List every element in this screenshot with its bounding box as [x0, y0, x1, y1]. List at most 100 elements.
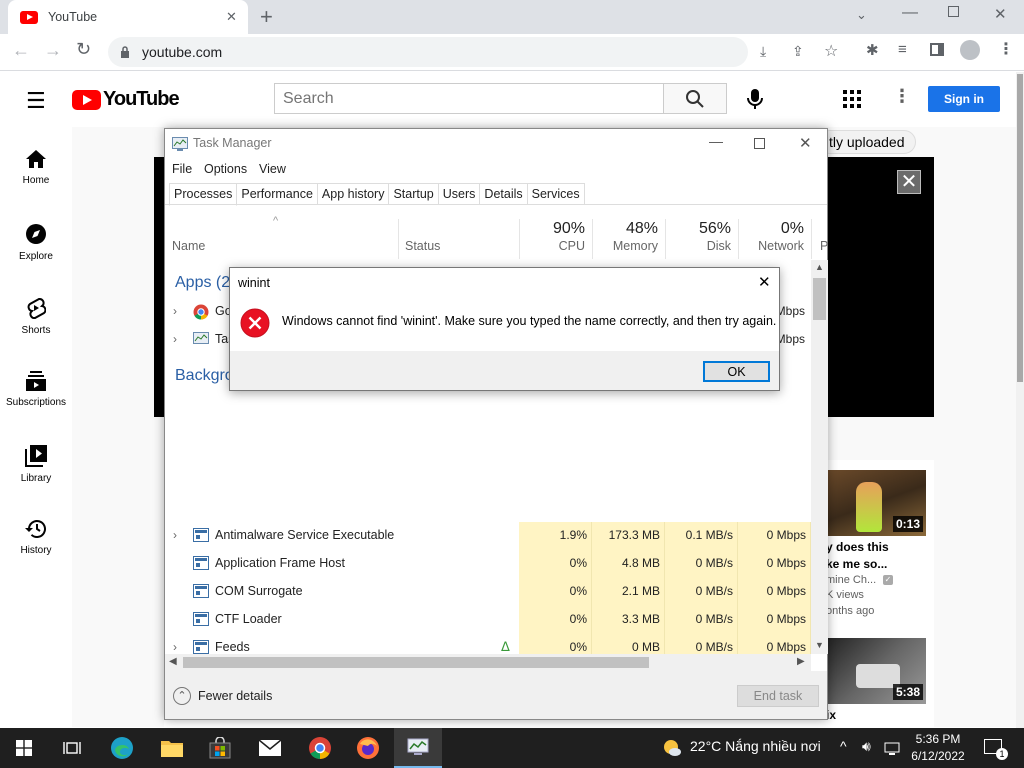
browser-menu-icon[interactable]: ⋮: [998, 39, 1014, 59]
clock-date[interactable]: 6/12/2022: [904, 749, 972, 763]
menu-file[interactable]: File: [172, 162, 192, 176]
fewer-details-link[interactable]: Fewer details: [198, 689, 272, 703]
taskbar-task-manager[interactable]: [394, 728, 442, 768]
sidebar-item-history[interactable]: History: [0, 497, 72, 567]
microphone-icon[interactable]: [746, 88, 764, 110]
page-scrollbar-thumb[interactable]: [1017, 74, 1023, 382]
channel-name[interactable]: mine Ch...: [826, 574, 876, 586]
video-thumbnail[interactable]: 5:38: [826, 638, 926, 704]
group-apps[interactable]: Apps (2: [175, 274, 230, 292]
taskbar-firefox[interactable]: [344, 728, 392, 768]
extensions-icon[interactable]: ✱: [866, 41, 879, 59]
apps-grid-icon[interactable]: [843, 90, 861, 108]
task-view-button[interactable]: [48, 728, 96, 768]
sign-in-button[interactable]: Sign in: [928, 86, 1000, 112]
restore-icon[interactable]: [948, 6, 959, 17]
player-close-icon[interactable]: ✕: [897, 170, 921, 194]
column-name[interactable]: Name: [172, 239, 205, 253]
column-memory[interactable]: Memory: [598, 239, 658, 253]
table-row[interactable]: › Antimalware Service Executable 1.9% 173.3…: [165, 522, 811, 550]
sidebar-item-subscriptions[interactable]: Subscriptions: [0, 349, 72, 419]
back-icon[interactable]: ←: [12, 40, 30, 61]
video-title[interactable]: y does this: [826, 540, 889, 554]
tray-chevron-icon[interactable]: ^: [840, 738, 847, 754]
table-row[interactable]: CTF Loader 0% 3.3 MB 0 MB/s 0 Mbps: [165, 606, 811, 634]
address-bar[interactable]: youtube.com ⤓ ⇪ ☆: [108, 37, 838, 67]
column-cpu[interactable]: CPU: [525, 239, 585, 253]
tm-maximize-icon[interactable]: [754, 138, 765, 149]
forward-icon[interactable]: →: [44, 40, 62, 61]
minimize-icon[interactable]: —: [902, 4, 918, 22]
taskbar-edge[interactable]: [98, 728, 146, 768]
table-row[interactable]: COM Surrogate 0% 2.1 MB 0 MB/s 0 Mbps: [165, 578, 811, 606]
video-title[interactable]: ke me so...: [826, 557, 887, 571]
hscrollbar-thumb[interactable]: [183, 657, 649, 668]
column-network[interactable]: Network: [744, 239, 804, 253]
clock-time[interactable]: 5:36 PM: [904, 732, 972, 746]
tab-search-chevron-icon[interactable]: ⌄: [856, 7, 867, 23]
expand-chevron-icon[interactable]: ›: [173, 640, 177, 654]
chip-recently-uploaded[interactable]: tly uploaded: [818, 130, 916, 154]
tab-performance[interactable]: Performance: [236, 183, 318, 205]
sidebar-item-explore[interactable]: Explore: [0, 201, 72, 271]
new-tab-icon[interactable]: +: [260, 4, 273, 30]
table-row[interactable]: Application Frame Host 0% 4.8 MB 0 MB/s 0 Mb…: [165, 550, 811, 578]
column-disk[interactable]: Disk: [671, 239, 731, 253]
fewer-details-chevron-icon[interactable]: ⌃: [173, 687, 191, 705]
taskbar-mail[interactable]: [246, 728, 294, 768]
network-icon[interactable]: [884, 740, 900, 756]
sidebar-item-shorts[interactable]: Shorts: [0, 275, 72, 345]
tab-startup[interactable]: Startup: [388, 183, 439, 205]
search-button[interactable]: [663, 83, 727, 114]
volume-icon[interactable]: 🔊︎: [862, 738, 871, 755]
process-list-scrollbar[interactable]: ▲ ▼: [811, 260, 828, 654]
tm-minimize-icon[interactable]: —: [709, 133, 723, 149]
settings-menu-icon[interactable]: ⋮: [893, 86, 911, 107]
taskbar-store[interactable]: [196, 728, 244, 768]
sidebar-item-library[interactable]: Library: [0, 423, 72, 493]
tab-processes[interactable]: Processes: [169, 183, 238, 206]
menu-options[interactable]: Options: [204, 162, 247, 176]
scrollbar-thumb[interactable]: [813, 278, 826, 320]
video-thumbnail[interactable]: 0:13: [826, 470, 926, 536]
expand-chevron-icon[interactable]: ›: [173, 304, 177, 318]
tm-close-icon[interactable]: ✕: [799, 134, 812, 152]
start-button[interactable]: [0, 728, 48, 768]
tab-users[interactable]: Users: [437, 183, 481, 205]
scroll-down-icon[interactable]: ▼: [815, 640, 824, 650]
ok-button[interactable]: OK: [703, 361, 770, 382]
column-status[interactable]: Status: [405, 239, 440, 253]
tab-services[interactable]: Services: [526, 183, 585, 205]
tab-app-history[interactable]: App history: [316, 183, 390, 205]
sidebar-item-home[interactable]: Home: [0, 127, 72, 197]
profile-avatar-icon[interactable]: [960, 40, 980, 60]
column-power[interactable]: P: [820, 239, 828, 253]
youtube-logo[interactable]: YouTube: [72, 88, 180, 111]
browser-tab[interactable]: YouTube ✕: [8, 0, 248, 34]
group-background[interactable]: Backgro: [175, 367, 234, 385]
taskbar-file-explorer[interactable]: [148, 728, 196, 768]
process-list-hscrollbar[interactable]: ◀ ▶: [165, 654, 811, 671]
search-input[interactable]: [274, 83, 664, 114]
tab-details[interactable]: Details: [479, 183, 528, 205]
reload-icon[interactable]: ↻: [76, 39, 91, 60]
tab-close-icon[interactable]: ✕: [226, 9, 237, 25]
share-icon[interactable]: ⇪: [792, 43, 804, 60]
expand-chevron-icon[interactable]: ›: [173, 528, 177, 542]
scroll-right-icon[interactable]: ▶: [797, 656, 805, 667]
end-task-button[interactable]: End task: [737, 685, 819, 707]
hamburger-menu-icon[interactable]: ☰: [26, 88, 46, 114]
media-control-icon[interactable]: ≡: [898, 41, 907, 58]
taskbar-chrome[interactable]: [296, 728, 344, 768]
bookmark-star-icon[interactable]: ☆: [824, 41, 838, 61]
table-row[interactable]: › Feeds ⵠ 0% 0 MB 0 MB/s 0 Mbps: [165, 634, 811, 654]
side-panel-icon[interactable]: [930, 43, 944, 56]
window-close-icon[interactable]: ✕: [994, 5, 1007, 23]
install-icon[interactable]: ⤓: [760, 43, 766, 60]
dialog-close-icon[interactable]: ✕: [758, 273, 771, 291]
scroll-up-icon[interactable]: ▲: [815, 262, 824, 272]
scroll-left-icon[interactable]: ◀: [169, 656, 177, 667]
menu-view[interactable]: View: [259, 162, 286, 176]
weather-text[interactable]: 22°C Nắng nhiều nơi: [690, 738, 821, 754]
expand-chevron-icon[interactable]: ›: [173, 332, 177, 346]
